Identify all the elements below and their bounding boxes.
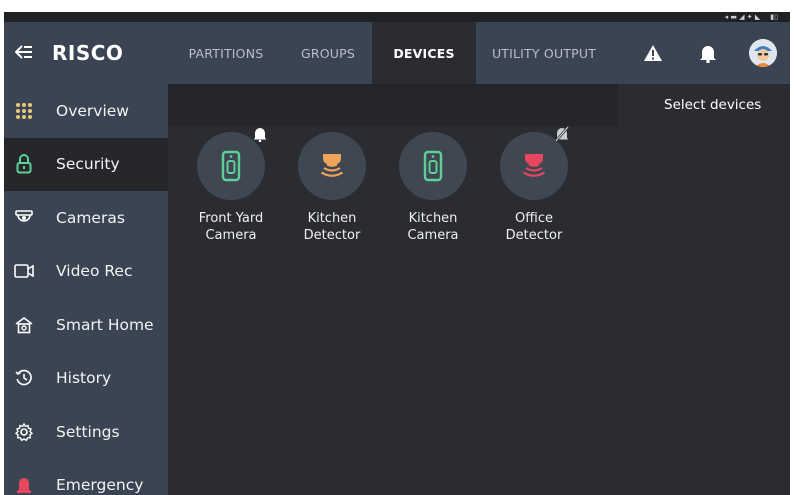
sidebar-item-label: Smart Home [56,315,154,334]
tab-groups[interactable]: GROUPS [284,22,372,84]
history-icon [4,352,44,406]
siren-icon [4,459,44,495]
device-circle [298,132,366,200]
app-screen: ◂ ▬ ◢ ✦ ◣ ▮▯ RISCO Overview Security Cam… [4,12,790,495]
content-toolbar [168,84,618,126]
sidebar-item-security[interactable]: Security [4,137,168,192]
camera-device-icon [221,150,241,182]
bell-icon[interactable] [680,22,735,84]
risco-logo: RISCO [52,41,124,65]
device-tile[interactable]: Front Yard Camera [179,128,283,244]
tab-utility-output[interactable]: UTILITY OUTPUT [476,22,612,84]
device-tile[interactable]: Office Detector [482,126,586,244]
avatar [748,39,777,67]
detector-alarm-icon [522,154,546,177]
signal-icon: ◂ ▬ ◢ ✦ ◣ [724,13,761,21]
grid-icon [4,84,44,138]
detector-device-icon [320,154,344,177]
sidebar-item-emergency[interactable]: Emergency [4,459,168,495]
video-icon [4,245,44,299]
sidebar-item-label: Security [56,155,120,174]
device-tile[interactable]: Kitchen Detector [280,132,384,244]
sidebar-item-label: Settings [56,422,120,441]
device-name: Office Detector [505,211,563,243]
header-icons [625,22,790,84]
select-devices-button[interactable]: Select devices [664,97,761,113]
tab-bar: PARTITIONS GROUPS DEVICES UTILITY OUTPUT [168,22,790,84]
battery-icon: ▮▯ [770,13,778,21]
device-name: Kitchen Detector [303,211,361,243]
sidebar-item-label: Emergency [56,476,144,495]
sidebar: RISCO Overview Security Cameras Video Re… [4,22,168,495]
back-arrow-icon[interactable] [4,41,44,65]
camera-device-icon [423,150,443,182]
device-name: Kitchen Camera [407,211,459,243]
sidebar-header: RISCO [4,22,168,84]
sidebar-item-label: Video Rec [56,262,133,281]
sidebar-item-history[interactable]: History [4,352,168,406]
sidebar-item-label: Overview [56,101,129,120]
gear-icon [4,405,44,459]
sidebar-item-label: Cameras [56,208,125,227]
warning-icon[interactable] [625,22,680,84]
avatar-button[interactable] [735,22,790,84]
bell-muted-icon [554,126,570,146]
bell-icon [253,126,267,146]
device-tile[interactable]: Kitchen Camera [381,132,485,244]
camera-icon [4,191,44,245]
sidebar-item-smart-home[interactable]: Smart Home [4,298,168,352]
lock-icon [4,138,44,192]
device-circle [500,126,569,200]
status-bar: ◂ ▬ ◢ ✦ ◣ ▮▯ [4,12,790,22]
sidebar-item-video-rec[interactable]: Video Rec [4,245,168,299]
sidebar-item-cameras[interactable]: Cameras [4,191,168,245]
sidebar-item-overview[interactable]: Overview [4,84,168,138]
device-name: Front Yard Camera [198,211,264,243]
sidebar-item-label: History [56,369,112,388]
tab-partitions[interactable]: PARTITIONS [168,22,284,84]
home-icon [4,298,44,352]
tab-devices[interactable]: DEVICES [372,22,476,84]
sidebar-item-settings[interactable]: Settings [4,405,168,459]
device-circle [197,128,267,200]
device-circle [399,132,467,200]
